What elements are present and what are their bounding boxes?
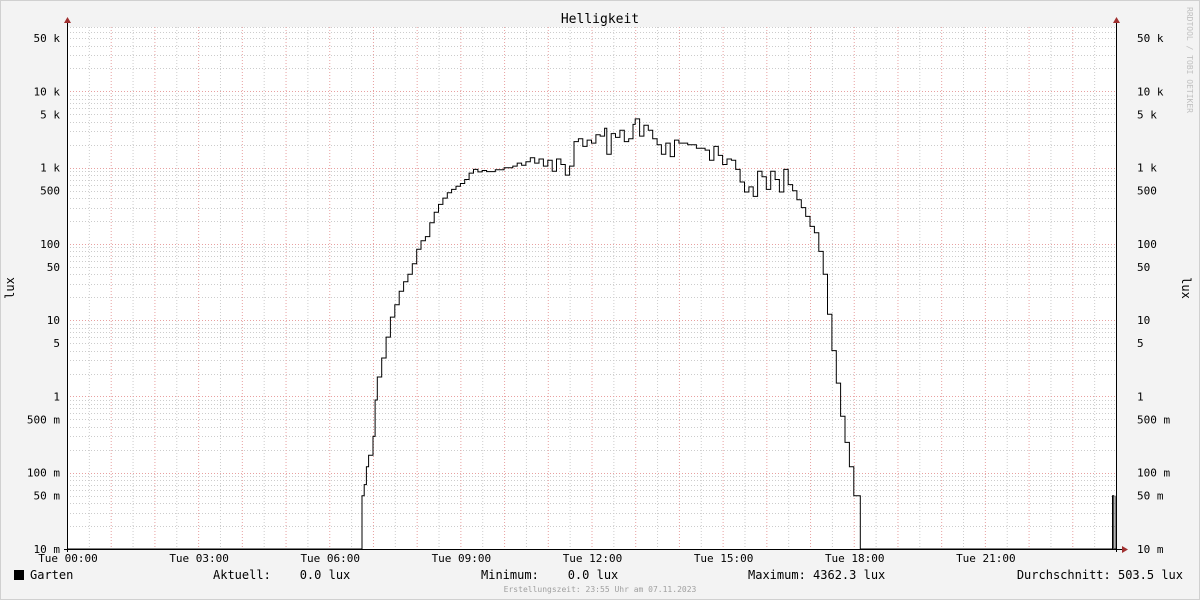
y-tick-label-left: 500	[40, 185, 60, 198]
y-tick-label-left: 50 k	[34, 32, 61, 45]
x-tick-label: Tue 15:00	[694, 552, 754, 565]
x-tick-label: Tue 18:00	[825, 552, 885, 565]
legend-minimum: Minimum: 0.0 lux	[481, 568, 618, 582]
y-tick-label-left: 50	[47, 261, 60, 274]
y-tick-label-right: 1 k	[1137, 162, 1157, 175]
y-tick-label-right: 500	[1137, 185, 1157, 198]
chart-title: Helligkeit	[561, 12, 639, 27]
y-tick-labels-left: 50 k 10 k 5 k 1 k 500 100 50 10 5 1 500 m 100 m 50 m…	[27, 32, 60, 556]
y-tick-label-left: 10	[47, 314, 60, 327]
y-tick-label-right: 1	[1137, 390, 1144, 403]
x-tick-labels: Tue 00:00 Tue 03:00 Tue 06:00 Tue 09:00 Tue …	[38, 552, 1015, 565]
y-axis-label-right: lux	[1179, 277, 1193, 299]
x-axis-arrow	[1122, 546, 1128, 553]
y-tick-label-left: 100	[40, 238, 60, 251]
x-tick-label: Tue 03:00	[169, 552, 229, 565]
x-tick-label: Tue 06:00	[300, 552, 360, 565]
x-tick-label: Tue 21:00	[956, 552, 1016, 565]
y-tick-label-right: 500 m	[1137, 413, 1170, 426]
legend-aktuell: Aktuell: 0.0 lux	[213, 568, 350, 582]
y-tick-label-left: 50 m	[34, 490, 61, 503]
y-tick-label-left: 5 k	[40, 108, 60, 121]
x-tick-label: Tue 12:00	[563, 552, 623, 565]
y-tick-label-left: 500 m	[27, 413, 60, 426]
y-axis-arrow-right	[1113, 17, 1120, 23]
x-tick-label: Tue 09:00	[432, 552, 492, 565]
y-tick-label-right: 10 m	[1137, 543, 1164, 556]
y-tick-label-left: 5	[53, 337, 60, 350]
x-tick-label: Tue 00:00	[38, 552, 98, 565]
y-tick-label-right: 50	[1137, 261, 1150, 274]
y-tick-label-right: 10	[1137, 314, 1150, 327]
y-tick-label-right: 50 m	[1137, 490, 1164, 503]
y-tick-label-left: 100 m	[27, 467, 60, 480]
legend-swatch-garten	[14, 570, 24, 580]
y-tick-label-left: 1 k	[40, 162, 60, 175]
rrdtool-watermark: RRDTOOL / TOBI OETIKER	[1185, 7, 1194, 113]
y-tick-label-right: 5 k	[1137, 108, 1157, 121]
y-tick-label-right: 10 k	[1137, 85, 1164, 98]
y-axis-arrow-left	[64, 17, 71, 23]
y-tick-label-right: 100 m	[1137, 467, 1170, 480]
y-tick-label-left: 10 k	[34, 85, 61, 98]
y-tick-label-left: 1	[53, 390, 60, 403]
y-tick-label-right: 5	[1137, 337, 1144, 350]
legend-maximum: Maximum: 4362.3 lux	[748, 568, 885, 582]
y-tick-label-right: 50 k	[1137, 32, 1164, 45]
y-axis-label-left: lux	[3, 277, 17, 299]
legend-durchschnitt: Durchschnitt: 503.5 lux	[1017, 568, 1183, 582]
creation-timestamp: Erstellungszeit: 23:55 Uhr am 07.11.2023	[504, 585, 697, 594]
y-tick-labels-right: 50 k 10 k 5 k 1 k 500 100 50 10 5 1 500 m 100 m 50 m…	[1137, 32, 1170, 556]
chart: 50 k 10 k 5 k 1 k 500 100 50 10 5 1 500 m 100 m 50 m…	[3, 7, 1194, 594]
y-tick-label-right: 100	[1137, 238, 1157, 251]
legend-series-label: Garten	[30, 568, 73, 582]
